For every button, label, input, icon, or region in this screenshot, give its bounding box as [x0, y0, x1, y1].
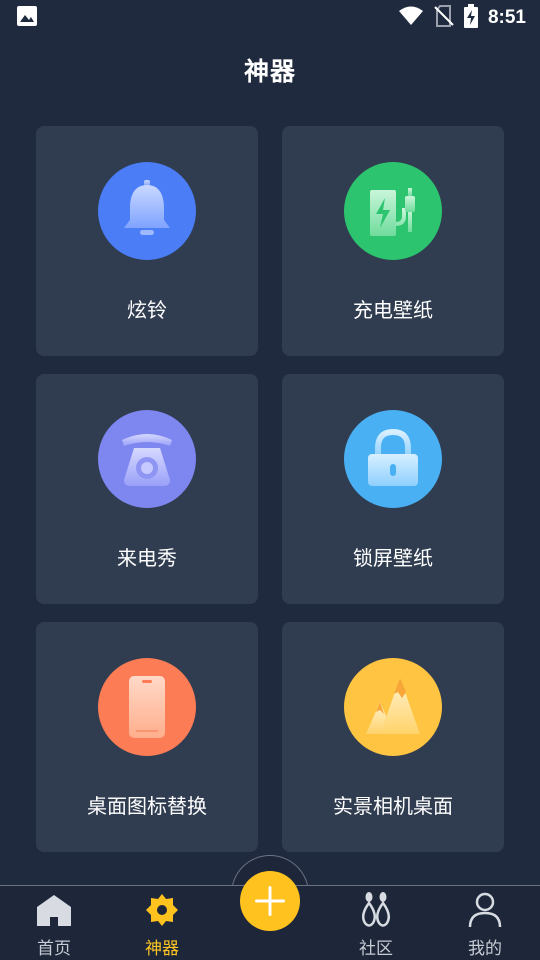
tool-grid: 炫铃 充电壁纸 来电秀 锁屏壁纸 桌面图标替换 实景相机桌面	[36, 126, 504, 852]
gear-icon	[142, 890, 182, 930]
wifi-icon	[398, 5, 424, 31]
charging-icon	[344, 162, 442, 260]
card-label: 充电壁纸	[353, 298, 433, 322]
image-icon	[16, 5, 38, 31]
nav-label: 我的	[468, 939, 502, 959]
battery-charging-icon	[463, 4, 478, 32]
nav-label: 神器	[145, 939, 179, 959]
telephone-icon	[98, 410, 196, 508]
card-ar-desktop[interactable]: 实景相机桌面	[282, 622, 504, 852]
card-label: 实景相机桌面	[333, 794, 453, 818]
card-charging-wallpaper[interactable]: 充电壁纸	[282, 126, 504, 356]
card-ringtone[interactable]: 炫铃	[36, 126, 258, 356]
nav-community[interactable]: 社区	[322, 886, 430, 960]
add-button[interactable]	[240, 871, 300, 931]
status-time: 8:51	[487, 7, 526, 28]
card-label: 来电秀	[117, 546, 177, 570]
no-sim-icon	[434, 5, 454, 31]
user-icon	[465, 890, 505, 930]
lock-icon	[344, 410, 442, 508]
community-icon	[356, 890, 396, 930]
page-title: 神器	[243, 57, 296, 86]
phone-icon	[98, 658, 196, 756]
nav-label: 首页	[37, 939, 71, 959]
card-label: 桌面图标替换	[87, 794, 207, 818]
card-label: 锁屏壁纸	[353, 546, 433, 570]
home-icon	[34, 890, 74, 930]
card-caller-show[interactable]: 来电秀	[36, 374, 258, 604]
bell-icon	[98, 162, 196, 260]
nav-label: 社区	[359, 939, 393, 959]
nav-profile[interactable]: 我的	[431, 886, 539, 960]
mountain-icon	[344, 658, 442, 756]
nav-tools[interactable]: 神器	[108, 886, 216, 960]
nav-home[interactable]: 首页	[0, 886, 108, 960]
plus-icon	[255, 886, 285, 916]
card-label: 炫铃	[127, 298, 167, 322]
card-lockscreen-wallpaper[interactable]: 锁屏壁纸	[282, 374, 504, 604]
card-icon-replace[interactable]: 桌面图标替换	[36, 622, 258, 852]
status-bar: 8:51	[0, 0, 540, 36]
